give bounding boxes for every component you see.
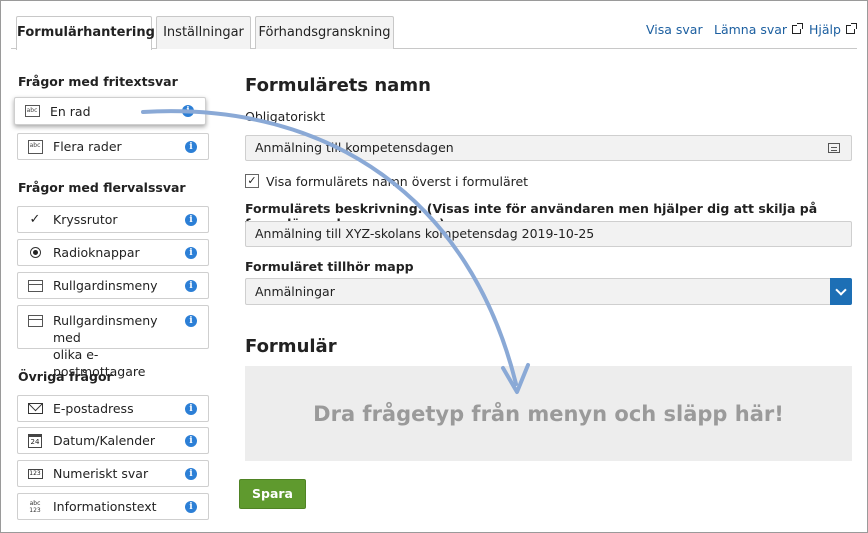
other-section-title: Övriga frågor [18, 369, 113, 384]
question-type-date[interactable]: 24 Datum/Kalender i [17, 427, 209, 454]
tab-settings[interactable]: Inställningar [156, 16, 251, 49]
question-type-dropdown-email[interactable]: Rullgardinsmeny med olika e-postmottagare… [17, 305, 209, 379]
question-type-info-text[interactable]: abc 123 Informationstext i [17, 493, 209, 520]
folder-select[interactable]: Anmälningar [245, 278, 852, 305]
tab-preview[interactable]: Förhandsgranskning [255, 16, 394, 49]
question-type-label: Datum/Kalender [53, 433, 155, 448]
question-type-label: Numeriskt svar [53, 466, 149, 481]
save-button[interactable]: Spara [239, 479, 306, 509]
drop-zone[interactable]: Dra frågetyp från menyn och släpp här! [245, 366, 852, 461]
question-type-numeric[interactable]: 123 Numeriskt svar i [17, 460, 209, 487]
question-type-label: Rullgardinsmeny [53, 278, 158, 293]
dropdown-icon [27, 314, 43, 328]
form-name-value: Anmälning till kompetensdagen [255, 140, 454, 155]
info-icon[interactable]: i [185, 213, 197, 226]
show-name-checkbox-label: Visa formulärets namn överst i formuläre… [266, 174, 529, 189]
folder-label: Formuläret tillhör mapp [245, 259, 414, 274]
form-name-input[interactable]: Anmälning till kompetensdagen [245, 135, 852, 161]
question-type-label: Flera rader [53, 139, 122, 154]
info-icon[interactable]: i [182, 105, 194, 117]
show-name-checkbox[interactable]: ✓ [245, 174, 259, 188]
info-icon[interactable]: i [185, 434, 197, 447]
radio-icon [27, 246, 43, 260]
question-type-email[interactable]: E-postadress i [17, 395, 209, 422]
external-link-icon [792, 23, 804, 34]
info-text-icon: abc 123 [29, 499, 41, 514]
external-link-icon [845, 23, 857, 34]
dropdown-icon [27, 279, 43, 293]
info-icon[interactable]: i [185, 315, 197, 327]
description-input[interactable]: Anmälning till XYZ-skolans kompetensdag … [245, 221, 852, 247]
submit-answer-link[interactable]: Lämna svar [714, 22, 804, 37]
question-type-checkboxes[interactable]: ✓ Kryssrutor i [17, 206, 209, 233]
question-type-label: En rad [50, 103, 91, 119]
tab-form-management[interactable]: Formulärhantering [16, 16, 155, 50]
textarea-icon: abc [27, 139, 43, 154]
chevron-down-icon[interactable] [830, 278, 852, 305]
help-link[interactable]: Hjälp [809, 22, 857, 37]
app-frame: Formulärhantering Inställningar Förhands… [0, 0, 868, 533]
id-card-icon [828, 143, 840, 153]
multi-choice-section-title: Frågor med flervalssvar [18, 180, 186, 195]
question-type-label: Radioknappar [53, 245, 140, 260]
calendar-icon: 24 [27, 433, 43, 448]
free-text-section-title: Frågor med fritextsvar [18, 74, 178, 89]
info-icon[interactable]: i [185, 500, 197, 513]
form-heading: Formulär [245, 336, 337, 357]
checkbox-icon: ✓ [29, 212, 41, 227]
info-icon[interactable]: i [185, 140, 197, 153]
required-label: Obligatoriskt [245, 109, 326, 124]
view-answers-link[interactable]: Visa svar [646, 22, 703, 37]
info-icon[interactable]: i [185, 467, 197, 480]
info-icon[interactable]: i [185, 402, 197, 415]
submit-answer-label: Lämna svar [714, 22, 788, 37]
folder-value: Anmälningar [255, 284, 335, 299]
question-type-label: Informationstext [53, 499, 157, 514]
description-value: Anmälning till XYZ-skolans kompetensdag … [255, 226, 595, 241]
question-type-single-line-dragging[interactable]: abc En rad i [14, 97, 206, 125]
form-name-heading: Formulärets namn [245, 75, 431, 96]
text-field-icon: abc [24, 104, 40, 118]
question-type-multi-line[interactable]: abc Flera rader i [17, 133, 209, 160]
question-type-dropdown[interactable]: Rullgardinsmeny i [17, 272, 209, 299]
info-icon[interactable]: i [185, 279, 197, 292]
drop-zone-text: Dra frågetyp från menyn och släpp här! [313, 401, 784, 426]
info-icon[interactable]: i [185, 246, 197, 259]
envelope-icon [27, 402, 43, 416]
question-type-label: E-postadress [53, 401, 134, 416]
question-type-label: Kryssrutor [53, 212, 118, 227]
numeric-icon: 123 [27, 468, 43, 479]
help-label: Hjälp [809, 22, 841, 37]
question-type-radio-buttons[interactable]: Radioknappar i [17, 239, 209, 266]
